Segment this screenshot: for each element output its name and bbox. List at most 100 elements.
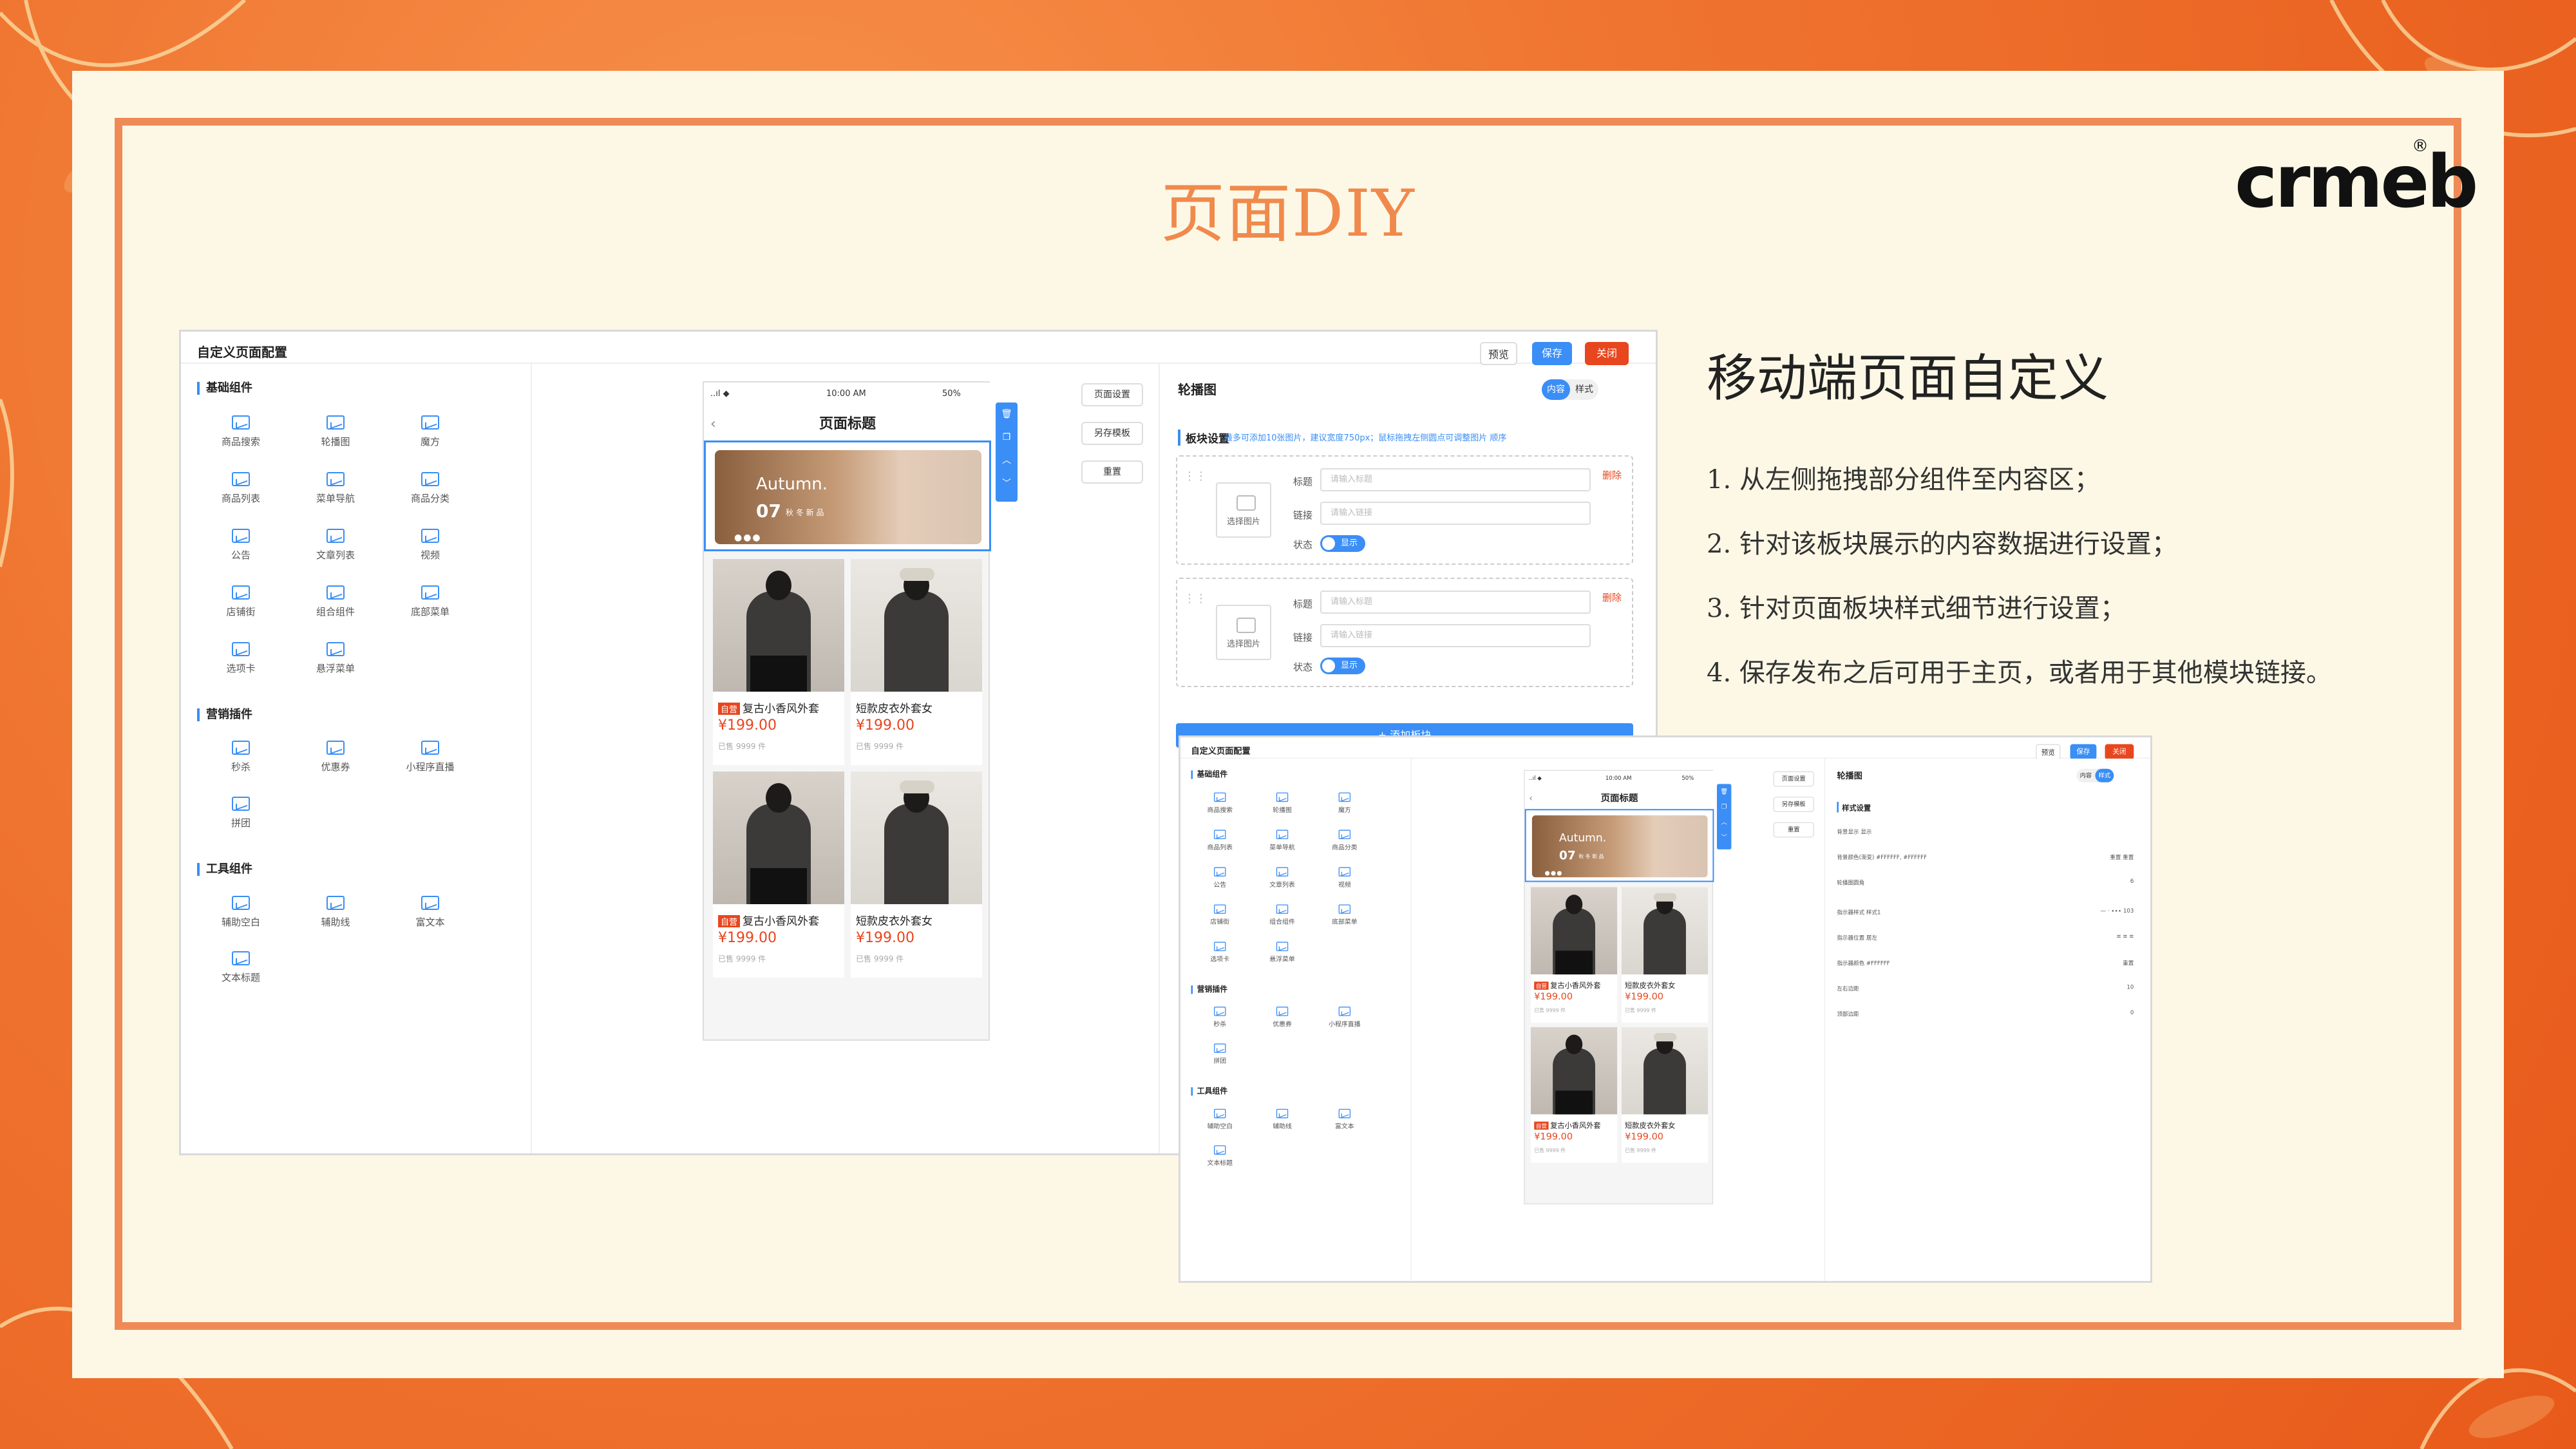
- component-product-search[interactable]: 商品搜索: [1197, 792, 1243, 815]
- component-article-list[interactable]: 文章列表: [300, 529, 371, 562]
- close-button[interactable]: 关闭: [2105, 744, 2134, 760]
- component-live[interactable]: 小程序直播: [395, 741, 466, 773]
- product-card[interactable]: 短款皮衣外套女 ¥199.00 已售 9999 件: [1621, 887, 1709, 1023]
- style-row[interactable]: 顶部边距 0: [1837, 1010, 2142, 1023]
- component-menu-nav[interactable]: 菜单导航: [1259, 829, 1305, 852]
- component-notice[interactable]: 公告: [205, 529, 276, 562]
- component-blank[interactable]: 辅助空白: [1197, 1108, 1243, 1131]
- style-row[interactable]: 背景颜色(渐变) #FFFFFF, #FFFFFF 重置 重置: [1837, 853, 2142, 866]
- component-product-list[interactable]: 商品列表: [1197, 829, 1243, 852]
- move-down-icon[interactable]: ﹀: [996, 472, 1018, 495]
- page-settings-button[interactable]: 页面设置: [1081, 383, 1143, 406]
- preview-button[interactable]: 预览: [2036, 744, 2061, 760]
- move-up-icon[interactable]: ︿: [996, 449, 1018, 472]
- component-product-search[interactable]: 商品搜索: [205, 415, 276, 448]
- style-row[interactable]: 左右边距 10: [1837, 984, 2142, 997]
- save-button[interactable]: 保存: [1532, 342, 1572, 365]
- move-up-icon[interactable]: ︿: [1717, 815, 1731, 830]
- product-card[interactable]: 自营 复古小香风外套 ¥199.00 已售 9999 件: [1530, 887, 1618, 1023]
- component-product-category[interactable]: 商品分类: [1321, 829, 1368, 852]
- component-floating-menu[interactable]: 悬浮菜单: [1259, 942, 1305, 963]
- save-button[interactable]: 保存: [2070, 744, 2097, 760]
- component-video[interactable]: 视频: [395, 529, 466, 562]
- tab-style[interactable]: 样式: [2095, 768, 2114, 782]
- component-floating-menu[interactable]: 悬浮菜单: [300, 642, 371, 675]
- component-flash-sale[interactable]: 秒杀: [1197, 1007, 1243, 1028]
- pick-image-button[interactable]: 选择图片: [1216, 482, 1271, 538]
- component-carousel[interactable]: 轮播图: [1259, 792, 1305, 815]
- component-flash-sale[interactable]: 秒杀: [205, 741, 276, 773]
- component-group-buy[interactable]: 拼团: [205, 797, 276, 829]
- product-card[interactable]: 短款皮衣外套女 ¥199.00 已售 9999 件: [1621, 1027, 1709, 1163]
- component-text-title[interactable]: 文本标题: [205, 951, 276, 984]
- component-divider[interactable]: 辅助线: [300, 896, 371, 929]
- back-icon[interactable]: ‹: [1529, 788, 1533, 809]
- reset-button[interactable]: 重置: [1773, 822, 1814, 838]
- title-input[interactable]: 请输入标题: [1320, 591, 1591, 614]
- product-card[interactable]: 自营 复古小香风外套 ¥199.00 已售 9999 件: [713, 772, 844, 978]
- component-cube[interactable]: 魔方: [1321, 792, 1368, 815]
- tab-content[interactable]: 内容: [2076, 769, 2095, 782]
- product-card[interactable]: 短款皮衣外套女 ¥199.00 已售 9999 件: [851, 559, 982, 765]
- link-input[interactable]: 请输入链接: [1320, 502, 1591, 525]
- component-blank[interactable]: 辅助空白: [205, 896, 276, 929]
- save-template-button[interactable]: 另存模板: [1773, 797, 1814, 812]
- link-input[interactable]: 请输入链接: [1320, 624, 1591, 647]
- component-product-list[interactable]: 商品列表: [205, 472, 276, 505]
- component-group-buy[interactable]: 拼团: [1197, 1043, 1243, 1065]
- tab-style[interactable]: 样式: [1570, 379, 1598, 400]
- style-row[interactable]: 指示器位置 居左 ≡ ≡ ≡: [1837, 933, 2142, 946]
- component-video[interactable]: 视频: [1321, 867, 1368, 889]
- product-card[interactable]: 短款皮衣外套女 ¥199.00 已售 9999 件: [851, 772, 982, 978]
- copy-icon[interactable]: ❐: [996, 426, 1018, 449]
- carousel-block[interactable]: Autumn. 07 秋 冬 新 品 ●●●: [1524, 809, 1714, 882]
- component-tabs[interactable]: 选项卡: [1197, 942, 1243, 963]
- component-text-title[interactable]: 文本标题: [1197, 1145, 1243, 1167]
- tab-content[interactable]: 内容: [1542, 379, 1570, 400]
- style-row[interactable]: 轮播图圆角 6: [1837, 878, 2142, 891]
- product-card[interactable]: 自营 复古小香风外套 ¥199.00 已售 9999 件: [1530, 1027, 1618, 1163]
- component-combo[interactable]: 组合组件: [1259, 904, 1305, 926]
- component-tabs[interactable]: 选项卡: [205, 642, 276, 675]
- component-coupon[interactable]: 优惠券: [300, 741, 371, 773]
- component-rich-text[interactable]: 富文本: [1321, 1108, 1368, 1131]
- component-menu-nav[interactable]: 菜单导航: [300, 472, 371, 505]
- back-icon[interactable]: ‹: [710, 408, 716, 440]
- component-product-category[interactable]: 商品分类: [395, 472, 466, 505]
- delete-icon[interactable]: 🗑: [1717, 784, 1731, 799]
- save-template-button[interactable]: 另存模板: [1081, 422, 1143, 445]
- drag-handle-icon[interactable]: ⋮⋮: [1184, 469, 1207, 483]
- carousel-block[interactable]: Autumn. 07 秋 冬 新 品 ●●●: [704, 440, 991, 551]
- pick-image-button[interactable]: 选择图片: [1216, 605, 1271, 660]
- copy-icon[interactable]: ❐: [1717, 799, 1731, 815]
- component-carousel[interactable]: 轮播图: [300, 415, 371, 448]
- component-cube[interactable]: 魔方: [395, 415, 466, 448]
- reset-button[interactable]: 重置: [1081, 460, 1143, 484]
- delete-link[interactable]: 删除: [1602, 468, 1622, 482]
- component-store-street[interactable]: 店铺街: [1197, 904, 1243, 926]
- move-down-icon[interactable]: ﹀: [1717, 830, 1731, 846]
- delete-icon[interactable]: 🗑: [996, 402, 1018, 426]
- style-row[interactable]: 背景显示 显示: [1837, 828, 2142, 840]
- close-button[interactable]: 关闭: [1585, 342, 1629, 365]
- component-article-list[interactable]: 文章列表: [1259, 867, 1305, 889]
- status-toggle[interactable]: 显示: [1320, 535, 1365, 552]
- page-settings-button[interactable]: 页面设置: [1773, 771, 1814, 787]
- component-store-street[interactable]: 店铺街: [205, 585, 276, 618]
- product-card[interactable]: 自营 复古小香风外套 ¥199.00 已售 9999 件: [713, 559, 844, 765]
- preview-button[interactable]: 预览: [1480, 342, 1517, 365]
- component-bottom-menu[interactable]: 底部菜单: [1321, 904, 1368, 926]
- delete-link[interactable]: 删除: [1602, 591, 1622, 604]
- component-coupon[interactable]: 优惠券: [1259, 1007, 1305, 1028]
- component-notice[interactable]: 公告: [1197, 867, 1243, 889]
- component-live[interactable]: 小程序直播: [1321, 1007, 1368, 1028]
- drag-handle-icon[interactable]: ⋮⋮: [1184, 592, 1207, 605]
- title-input[interactable]: 请输入标题: [1320, 468, 1591, 491]
- style-row[interactable]: 指示器样式 样式1— · ∙∙∙ 103: [1837, 908, 2142, 921]
- style-row[interactable]: 指示器颜色 #FFFFFF 重置: [1837, 959, 2142, 972]
- component-bottom-menu[interactable]: 底部菜单: [395, 585, 466, 618]
- component-combo[interactable]: 组合组件: [300, 585, 371, 618]
- component-rich-text[interactable]: 富文本: [395, 896, 466, 929]
- component-divider[interactable]: 辅助线: [1259, 1108, 1305, 1131]
- status-toggle[interactable]: 显示: [1320, 658, 1365, 674]
